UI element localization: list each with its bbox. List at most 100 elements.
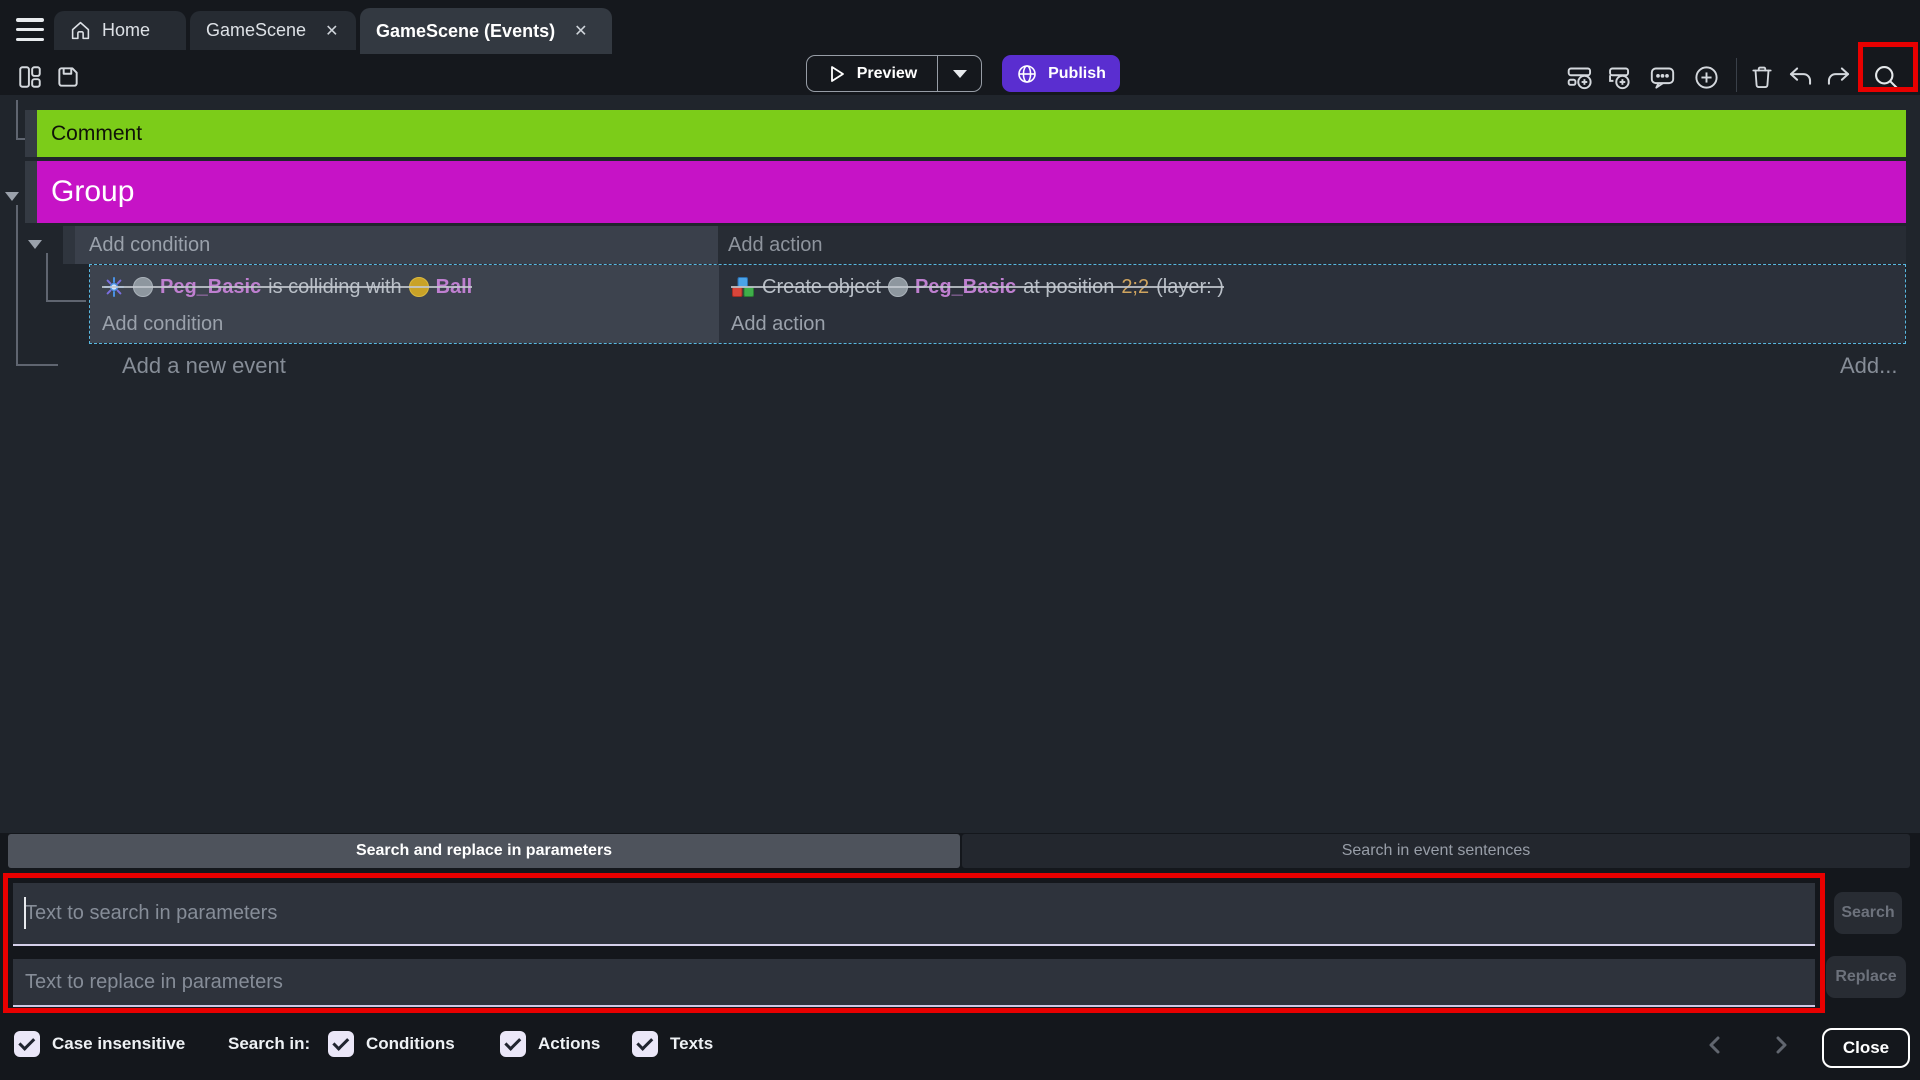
actions-label: Actions [538, 1034, 600, 1054]
search-in-label: Search in: [228, 1034, 310, 1054]
search-icon[interactable] [1872, 63, 1900, 91]
position-parameter: 2;2 [1121, 276, 1149, 299]
add-condition-link[interactable]: Add condition [102, 307, 719, 341]
publish-button[interactable]: Publish [1002, 55, 1120, 92]
actions-checkbox[interactable] [500, 1031, 526, 1057]
delete-icon[interactable] [1748, 63, 1776, 91]
close-button-label: Close [1843, 1038, 1889, 1058]
conditions-label: Conditions [366, 1034, 455, 1054]
event-handle[interactable] [63, 226, 75, 264]
tab-label: Home [102, 20, 150, 41]
search-button-label: Search [1841, 904, 1894, 922]
fold-arrow-event[interactable] [28, 240, 42, 249]
undo-icon[interactable] [1786, 63, 1814, 91]
replace-input-wrap [13, 959, 1815, 1007]
conditions-column: Peg_Basic is colliding with Ball Add con… [90, 265, 719, 343]
peg-basic-object-icon [888, 277, 908, 297]
toggle-panels-icon[interactable] [16, 63, 44, 91]
tab-search-event-sentences[interactable]: Search in event sentences [962, 834, 1910, 868]
add-action-link[interactable]: Add action [731, 307, 1905, 341]
publish-label: Publish [1048, 65, 1106, 83]
tree-line [16, 364, 58, 366]
previous-result-button[interactable] [1706, 1035, 1724, 1055]
comment-text: Comment [51, 122, 142, 146]
texts-label: Texts [670, 1034, 713, 1054]
comment-icon[interactable] [1648, 63, 1676, 91]
gdevelop-events-editor: Home GameScene ✕ GameScene (Events) ✕ Pr… [0, 0, 1920, 1080]
group-event[interactable]: Group [37, 161, 1906, 223]
tab-label: Search in event sentences [1342, 842, 1531, 860]
close-icon[interactable]: ✕ [574, 21, 587, 41]
tree-line [46, 253, 48, 302]
tab-label: Search and replace in parameters [356, 842, 612, 860]
case-insensitive-label: Case insensitive [52, 1034, 185, 1054]
ball-object-icon [409, 277, 429, 297]
close-icon[interactable]: ✕ [325, 21, 338, 41]
save-icon[interactable] [54, 63, 82, 91]
actions-column: Create object Peg_Basic at position 2;2 … [719, 265, 1905, 343]
action-text: Create object [762, 276, 881, 299]
text-cursor [24, 897, 26, 929]
case-insensitive-checkbox[interactable] [14, 1031, 40, 1057]
action-sentence[interactable]: Create object Peg_Basic at position 2;2 … [731, 267, 1224, 307]
menu-icon[interactable] [16, 18, 44, 41]
action-text: at position [1023, 276, 1114, 299]
tab-label: GameScene [206, 20, 306, 41]
tab-gamescene-events[interactable]: GameScene (Events) ✕ [360, 8, 612, 54]
search-input[interactable] [13, 883, 1815, 944]
add-condition-row[interactable]: Add condition [75, 226, 718, 264]
tab-search-replace-parameters[interactable]: Search and replace in parameters [8, 834, 960, 868]
close-button[interactable]: Close [1822, 1028, 1910, 1068]
add-event-icon[interactable] [1566, 63, 1594, 91]
selected-event[interactable]: Peg_Basic is colliding with Ball Add con… [89, 264, 1906, 344]
add-condition-label: Add condition [89, 234, 210, 257]
tab-gamescene[interactable]: GameScene ✕ [190, 11, 356, 50]
condition-text: is colliding with [268, 276, 401, 299]
add-more-link[interactable]: Add... [1840, 353, 1897, 379]
next-result-button[interactable] [1772, 1035, 1790, 1055]
tree-line [16, 205, 18, 366]
fold-arrow-group[interactable] [5, 192, 19, 201]
object-name: Peg_Basic [160, 276, 261, 299]
search-button[interactable]: Search [1834, 892, 1902, 934]
object-name: Ball [436, 276, 473, 299]
replace-button-label: Replace [1835, 968, 1896, 986]
tab-label: GameScene (Events) [376, 21, 555, 42]
add-subevent-icon[interactable] [1604, 63, 1632, 91]
tree-line [46, 300, 86, 302]
globe-icon [1016, 63, 1038, 85]
tree-line [16, 100, 18, 140]
action-text: (layer: ) [1156, 276, 1224, 299]
conditions-checkbox[interactable] [328, 1031, 354, 1057]
group-handle[interactable] [25, 161, 37, 223]
replace-input[interactable] [13, 959, 1815, 1005]
comment-handle[interactable] [25, 110, 37, 157]
toolbar-divider [1736, 58, 1737, 92]
group-text: Group [51, 175, 134, 209]
tab-home[interactable]: Home [54, 11, 186, 50]
home-icon [70, 20, 91, 41]
add-action-label: Add action [728, 234, 823, 257]
redo-icon[interactable] [1824, 63, 1852, 91]
search-panel: Search and replace in parameters Search … [0, 833, 1920, 1080]
chevron-down-icon [953, 70, 967, 78]
object-name: Peg_Basic [915, 276, 1016, 299]
peg-basic-object-icon [133, 277, 153, 297]
preview-button-group: Preview [806, 55, 982, 92]
add-new-event-link[interactable]: Add a new event [122, 353, 286, 379]
collision-icon [102, 275, 126, 299]
search-input-wrap [13, 883, 1815, 946]
comment-event[interactable]: Comment [37, 110, 1906, 157]
condition-sentence[interactable]: Peg_Basic is colliding with Ball [102, 267, 472, 307]
top-bar: Home GameScene ✕ GameScene (Events) ✕ Pr… [0, 0, 1920, 95]
preview-label: Preview [857, 65, 917, 83]
add-action-row[interactable]: Add action [718, 226, 1906, 264]
texts-checkbox[interactable] [632, 1031, 658, 1057]
replace-button[interactable]: Replace [1826, 956, 1906, 998]
event-sheet: Comment Group Add condition Add action P… [0, 95, 1920, 833]
play-icon [827, 64, 847, 84]
preview-button[interactable]: Preview [806, 55, 938, 92]
preview-dropdown-button[interactable] [938, 55, 982, 92]
create-object-icon [731, 275, 755, 299]
add-circle-icon[interactable] [1692, 63, 1720, 91]
